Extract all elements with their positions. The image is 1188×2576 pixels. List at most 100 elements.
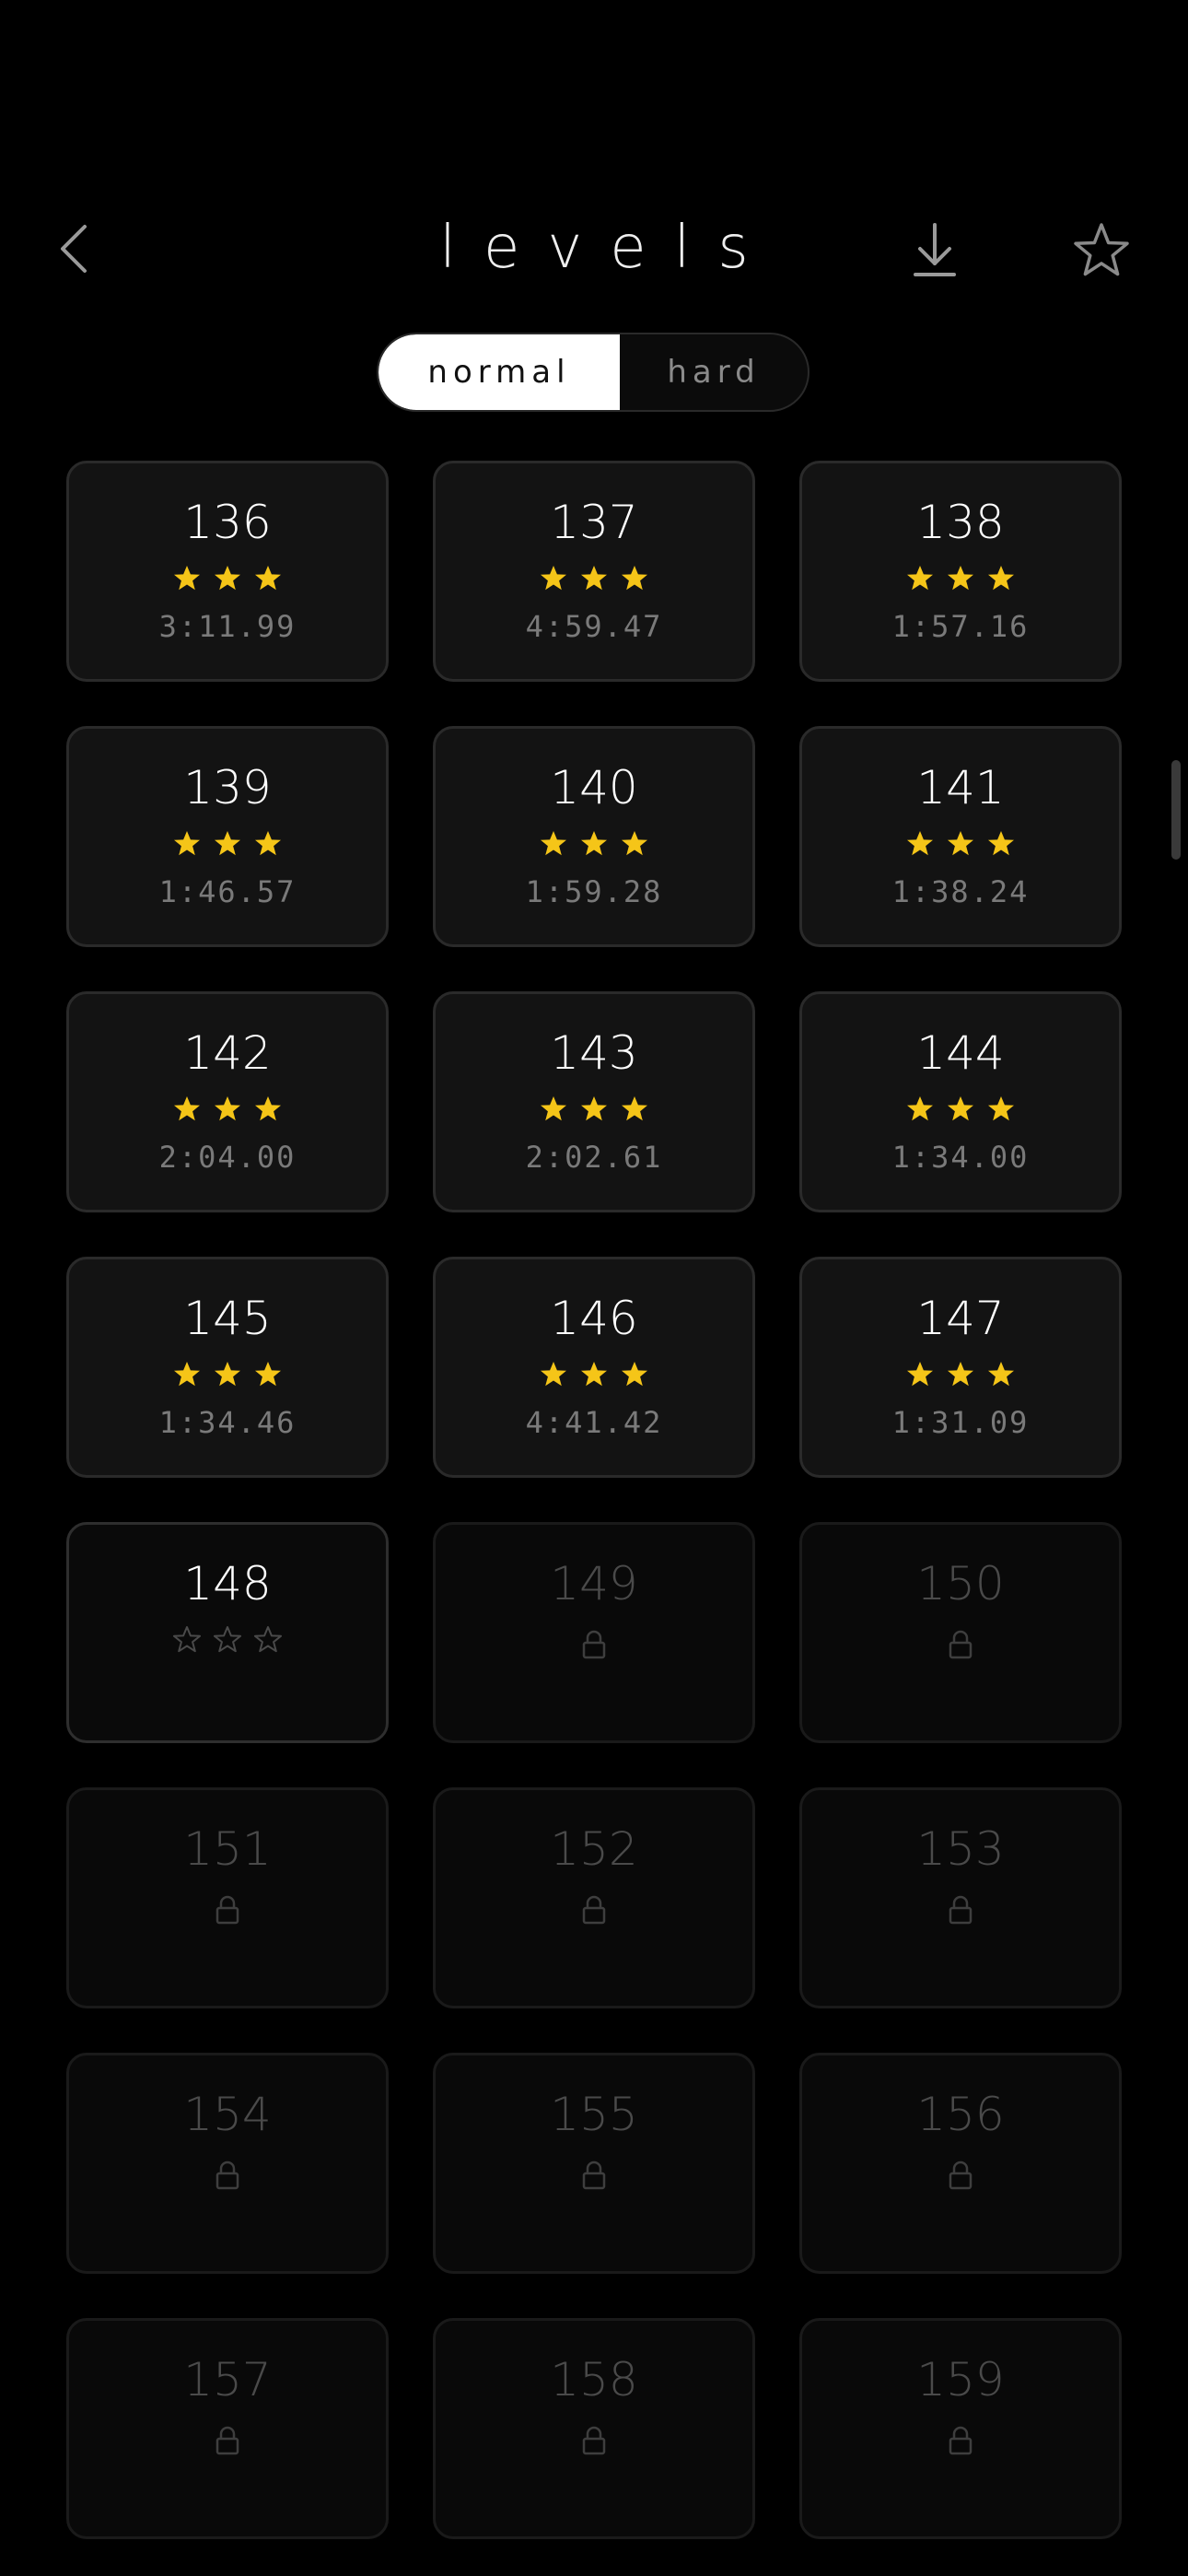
star-filled-icon	[581, 1362, 607, 1387]
star-rating	[539, 828, 649, 860]
star-rating	[172, 1359, 283, 1390]
star-rating	[905, 828, 1016, 860]
star-filled-icon	[174, 1362, 200, 1387]
star-empty-icon	[254, 1626, 282, 1653]
lock-icon	[215, 2160, 239, 2190]
level-grid: 136 3:11.99 137 4:59.47 138 1:57.16 139 1:46.57…	[66, 461, 1122, 2539]
header: levels	[0, 193, 1188, 304]
star-empty-icon	[173, 1626, 201, 1653]
star-rating	[172, 1094, 283, 1125]
star-filled-icon	[215, 1096, 240, 1121]
star-filled-icon	[215, 566, 240, 591]
level-number: 143	[550, 1026, 638, 1080]
level-number: 159	[916, 2353, 1005, 2406]
level-card: 156	[799, 2053, 1122, 2274]
level-number: 146	[550, 1292, 638, 1345]
level-number: 138	[916, 496, 1005, 549]
level-number: 144	[916, 1026, 1005, 1080]
star-filled-icon	[541, 831, 566, 856]
level-card[interactable]: 136 3:11.99	[66, 461, 389, 682]
star-filled-icon	[907, 1096, 933, 1121]
level-number: 139	[183, 761, 272, 814]
star-filled-icon	[581, 831, 607, 856]
level-number: 151	[183, 1822, 272, 1876]
level-card: 150	[799, 1522, 1122, 1743]
star-empty-icon	[214, 1626, 241, 1653]
lock-icon	[949, 1630, 973, 1659]
difficulty-toggle: normal hard	[377, 333, 809, 412]
star-rating	[172, 1624, 283, 1656]
difficulty-option-hard[interactable]: hard	[620, 334, 808, 410]
level-number: 152	[550, 1822, 638, 1876]
difficulty-option-normal[interactable]: normal	[379, 334, 620, 410]
level-card[interactable]: 137 4:59.47	[433, 461, 755, 682]
best-time: 1:46.57	[158, 874, 297, 909]
level-card[interactable]: 145 1:34.46	[66, 1257, 389, 1478]
star-filled-icon	[541, 1096, 566, 1121]
scrollbar[interactable]	[1171, 760, 1181, 860]
level-card[interactable]: 144 1:34.00	[799, 991, 1122, 1212]
level-card[interactable]: 148	[66, 1522, 389, 1743]
star-filled-icon	[622, 831, 647, 856]
favorites-button[interactable]	[1068, 217, 1135, 282]
best-time: 2:04.00	[158, 1140, 297, 1175]
star-filled-icon	[622, 1096, 647, 1121]
level-card[interactable]: 140 1:59.28	[433, 726, 755, 947]
best-time: 4:41.42	[525, 1405, 663, 1440]
star-filled-icon	[948, 566, 973, 591]
star-filled-icon	[988, 1362, 1014, 1387]
star-filled-icon	[948, 1096, 973, 1121]
level-card[interactable]: 139 1:46.57	[66, 726, 389, 947]
level-card: 155	[433, 2053, 755, 2274]
level-number: 147	[916, 1292, 1005, 1345]
star-filled-icon	[622, 1362, 647, 1387]
lock-icon	[215, 2426, 239, 2455]
star-filled-icon	[541, 1362, 566, 1387]
level-card[interactable]: 141 1:38.24	[799, 726, 1122, 947]
level-card[interactable]: 143 2:02.61	[433, 991, 755, 1212]
level-card[interactable]: 146 4:41.42	[433, 1257, 755, 1478]
level-card: 149	[433, 1522, 755, 1743]
star-filled-icon	[988, 566, 1014, 591]
level-card[interactable]: 138 1:57.16	[799, 461, 1122, 682]
star-filled-icon	[255, 831, 281, 856]
star-rating	[905, 1094, 1016, 1125]
best-time: 2:02.61	[525, 1140, 663, 1175]
download-button[interactable]	[907, 217, 962, 282]
star-rating	[539, 1359, 649, 1390]
level-card: 152	[433, 1787, 755, 2008]
lock-icon	[582, 1630, 606, 1659]
star-filled-icon	[215, 831, 240, 856]
level-number: 136	[183, 496, 272, 549]
star-filled-icon	[255, 566, 281, 591]
download-icon	[914, 223, 956, 276]
level-card: 153	[799, 1787, 1122, 2008]
star-filled-icon	[541, 566, 566, 591]
level-number: 137	[550, 496, 638, 549]
lock-icon	[582, 2426, 606, 2455]
best-time: 1:34.46	[158, 1405, 297, 1440]
star-filled-icon	[174, 831, 200, 856]
best-time: 1:57.16	[891, 609, 1030, 644]
star-filled-icon	[948, 831, 973, 856]
star-filled-icon	[215, 1362, 240, 1387]
level-card: 157	[66, 2318, 389, 2539]
level-card[interactable]: 142 2:04.00	[66, 991, 389, 1212]
level-card: 151	[66, 1787, 389, 2008]
level-card: 158	[433, 2318, 755, 2539]
level-card[interactable]: 147 1:31.09	[799, 1257, 1122, 1478]
level-number: 142	[183, 1026, 272, 1080]
level-number: 155	[550, 2088, 638, 2141]
best-time: 1:31.09	[891, 1405, 1030, 1440]
star-rating	[539, 563, 649, 594]
star-filled-icon	[174, 1096, 200, 1121]
star-rating	[905, 1359, 1016, 1390]
level-number: 150	[916, 1557, 1005, 1610]
lock-icon	[582, 2160, 606, 2190]
level-number: 158	[550, 2353, 638, 2406]
page-title: levels	[439, 214, 776, 282]
star-filled-icon	[907, 1362, 933, 1387]
star-filled-icon	[948, 1362, 973, 1387]
best-time: 4:59.47	[525, 609, 663, 644]
star-rating	[539, 1094, 649, 1125]
